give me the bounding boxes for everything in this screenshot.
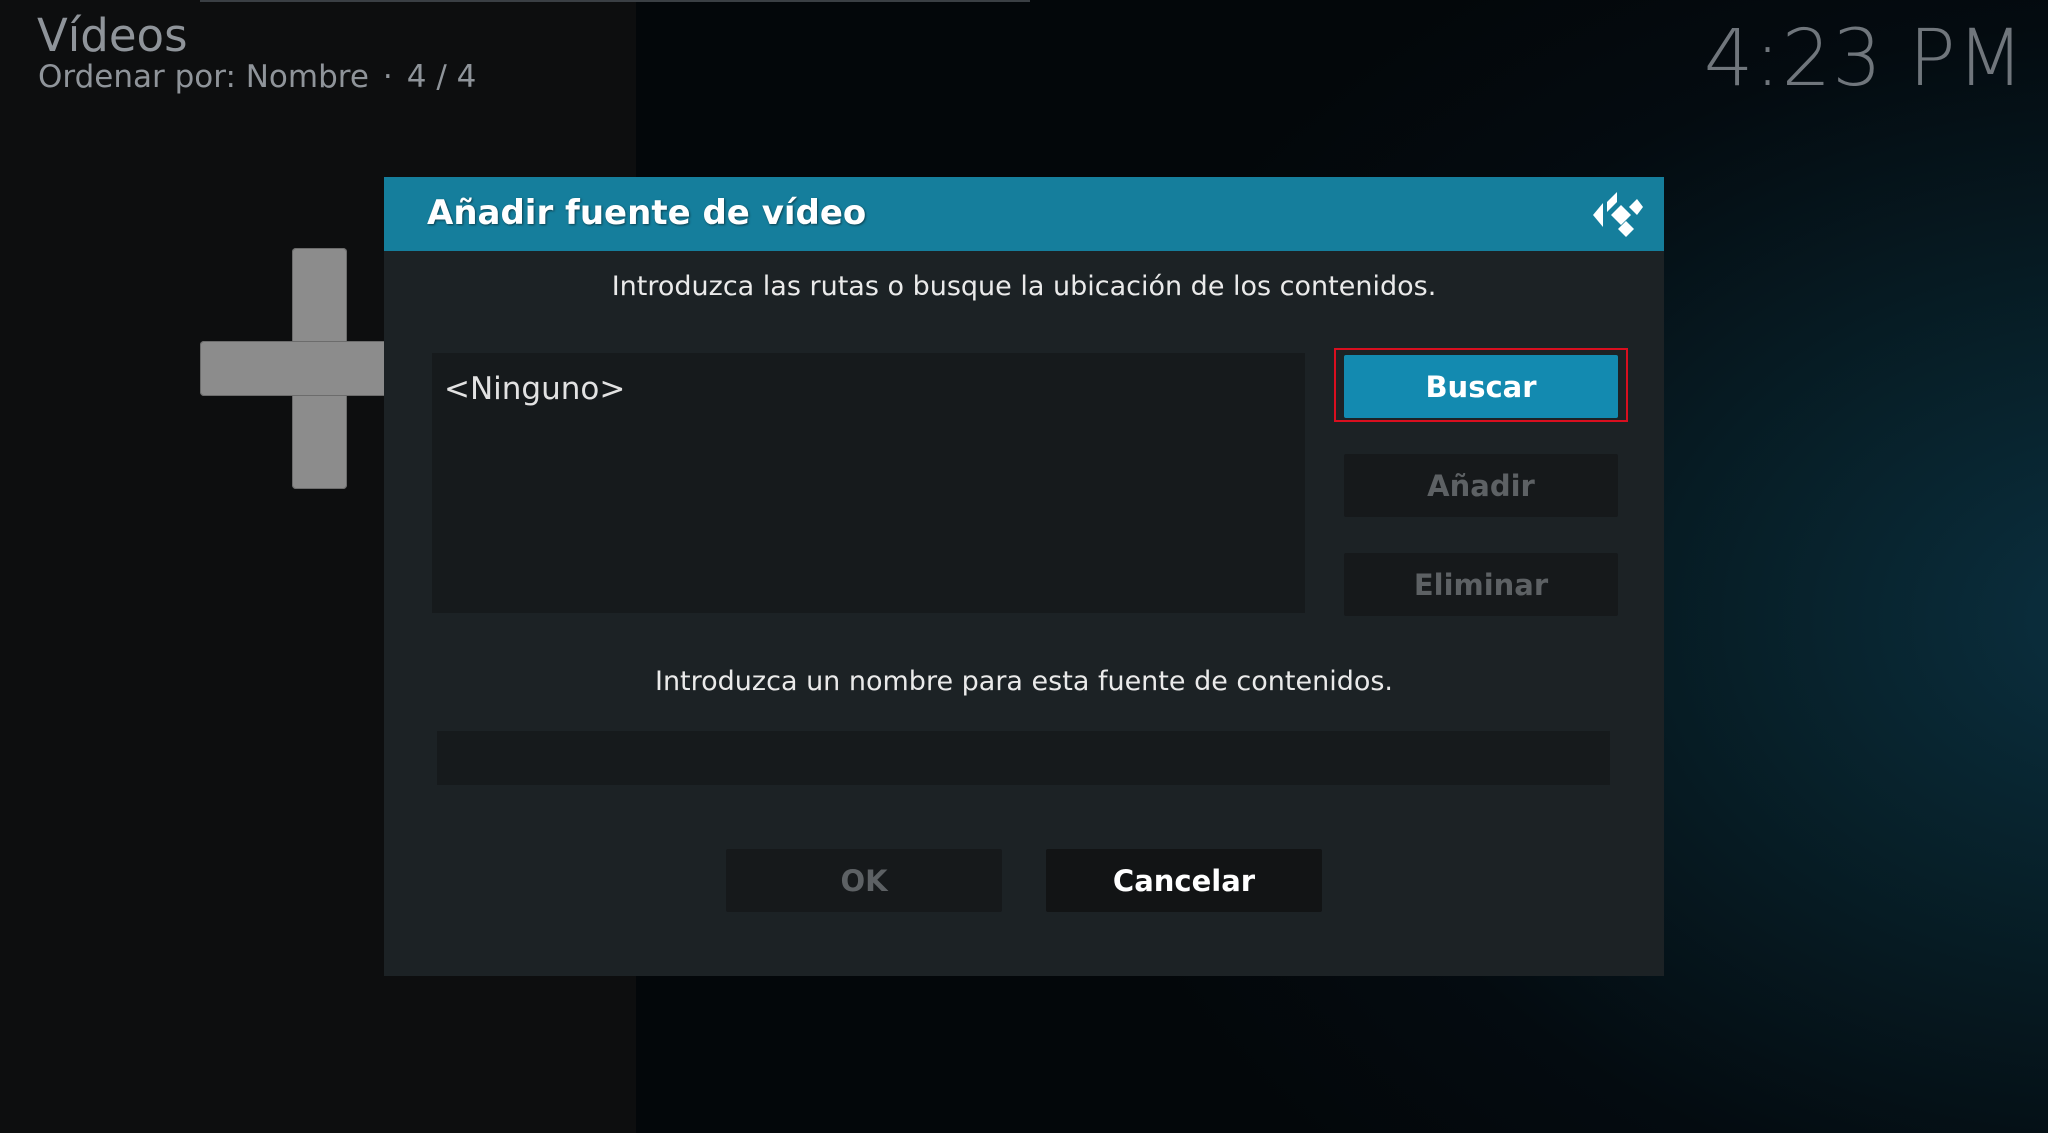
- kodi-logo-top-part: [1607, 192, 1617, 212]
- source-name-input[interactable]: [437, 731, 1610, 785]
- remove-button[interactable]: Eliminar: [1344, 553, 1618, 616]
- sort-info: Ordenar por: Nombre · 4 / 4: [38, 56, 476, 98]
- kodi-logo-right-part: [1629, 199, 1643, 215]
- separator-dot: ·: [382, 59, 393, 95]
- path-prompt: Introduzca las rutas o busque la ubicaci…: [611, 271, 1437, 302]
- top-divider: [200, 0, 1030, 2]
- screen: Vídeos Ordenar por: Nombre · 4 / 4 4:23 PM…: [0, 0, 2048, 1133]
- browse-button[interactable]: Buscar: [1344, 355, 1618, 418]
- dialog-header: Añadir fuente de vídeo: [384, 177, 1664, 251]
- ok-button[interactable]: OK: [726, 849, 1002, 912]
- add-button[interactable]: Añadir: [1344, 454, 1618, 517]
- add-video-source-dialog: Añadir fuente de vídeo Introduzca las ru…: [384, 177, 1664, 976]
- kodi-logo-center-part: [1611, 205, 1631, 225]
- kodi-logo-left-part: [1593, 203, 1603, 227]
- path-list-item[interactable]: <Ninguno>: [444, 369, 625, 409]
- plus-icon-horizontal-bar: [200, 341, 400, 396]
- window-title: Vídeos: [37, 9, 188, 62]
- name-prompt: Introduzca un nombre para esta fuente de…: [654, 666, 1394, 697]
- dialog-title: Añadir fuente de vídeo: [427, 193, 867, 233]
- kodi-logo-icon: [1593, 192, 1643, 237]
- cancel-button[interactable]: Cancelar: [1046, 849, 1322, 912]
- clock: 4:23 PM: [1703, 14, 2025, 104]
- sort-label: Ordenar por: Nombre: [38, 59, 369, 95]
- item-count: 4 / 4: [406, 59, 477, 95]
